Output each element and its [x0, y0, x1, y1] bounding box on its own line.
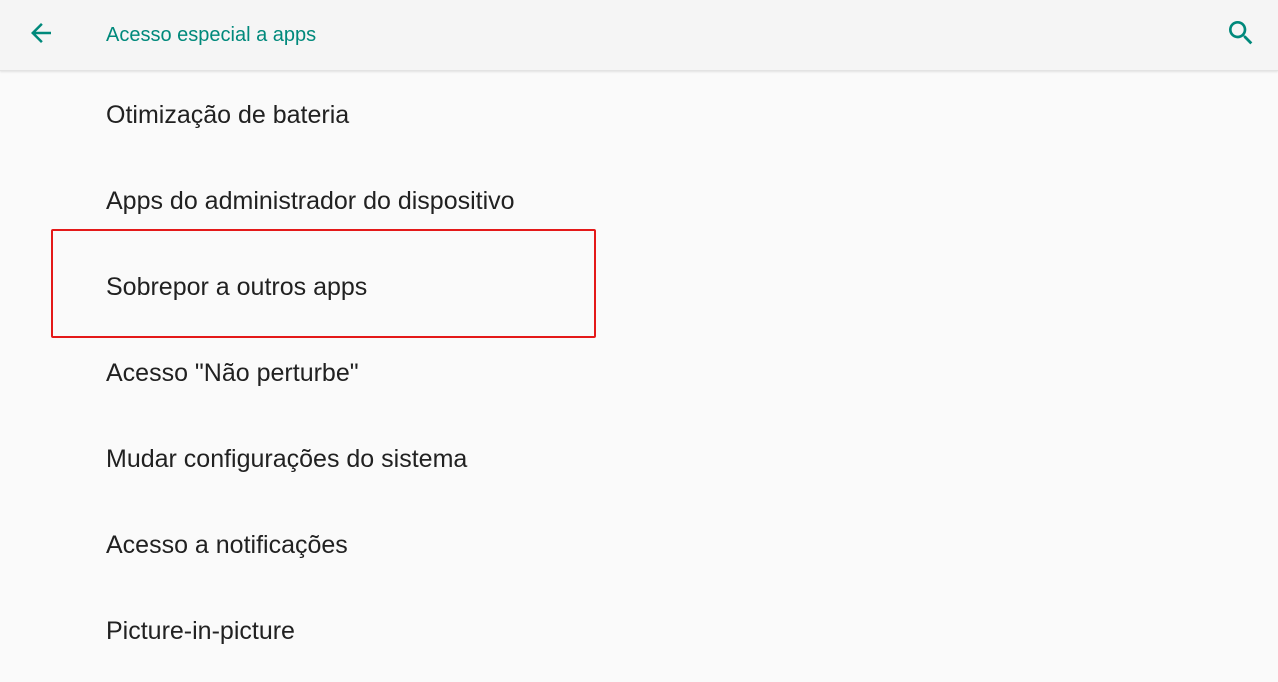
- list-item-notification-access[interactable]: Acesso a notificações: [0, 501, 1278, 587]
- list-item-label: Acesso a notificações: [106, 531, 348, 559]
- list-item-modify-system-settings[interactable]: Mudar configurações do sistema: [0, 415, 1278, 501]
- search-button[interactable]: [1220, 14, 1262, 56]
- list-item-label: Sobrepor a outros apps: [106, 273, 368, 301]
- list-item-do-not-disturb-access[interactable]: Acesso "Não perturbe": [0, 329, 1278, 415]
- back-button[interactable]: [20, 14, 62, 56]
- list-item-label: Picture-in-picture: [106, 617, 295, 645]
- list-item-picture-in-picture[interactable]: Picture-in-picture: [0, 587, 1278, 673]
- list-item-label: Otimização de bateria: [106, 101, 350, 129]
- list-item-label: Apps do administrador do dispositivo: [106, 187, 515, 215]
- search-icon: [1225, 17, 1257, 54]
- list-item-label: Acesso "Não perturbe": [106, 359, 359, 387]
- app-bar: Acesso especial a apps: [0, 0, 1278, 71]
- list-item-battery-optimization[interactable]: Otimização de bateria: [0, 71, 1278, 157]
- list-item-display-over-other-apps[interactable]: Sobrepor a outros apps: [0, 243, 1278, 329]
- special-access-list: Otimização de bateria Apps do administra…: [0, 71, 1278, 673]
- page-title: Acesso especial a apps: [106, 24, 317, 46]
- arrow-back-icon: [26, 18, 56, 53]
- list-item-label: Mudar configurações do sistema: [106, 445, 468, 473]
- list-item-device-admin-apps[interactable]: Apps do administrador do dispositivo: [0, 157, 1278, 243]
